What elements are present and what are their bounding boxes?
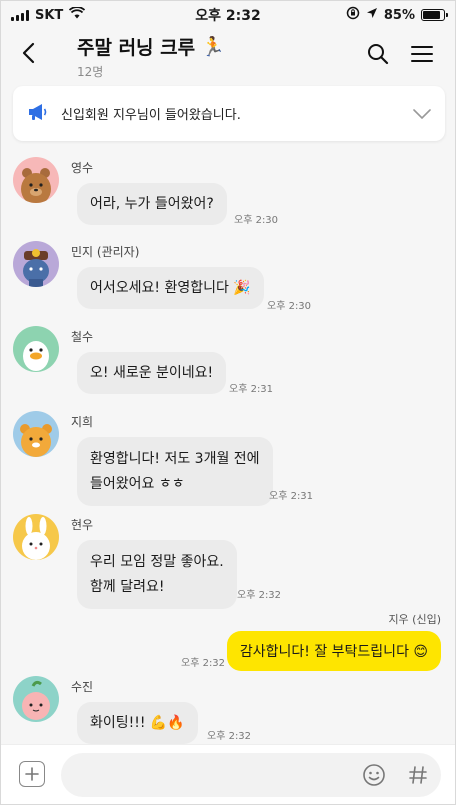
message-time: 오후 2:30 [267,301,312,312]
emoji-button[interactable] [361,762,387,788]
status-bar: SKT 오후 2:32 85% [1,1,455,29]
wifi-icon [69,6,86,23]
search-icon [368,44,389,65]
member-count: 12명 [77,65,104,79]
clock: 오후 2:32 [195,8,261,24]
orientation-lock-icon [346,6,360,24]
chat-screen: SKT 오후 2:32 85% 주말 러닝 크루 🏃 12명 신입회원 지우님이… [0,0,456,805]
chevron-left-icon [22,42,35,64]
message-bubble[interactable]: 환영합니다! 저도 3개월 전에 들어왔어요 ㅎㅎ [77,437,273,506]
sender-name: 민지 (관리자) [71,245,140,259]
battery-percent: 85% [383,7,416,23]
message-line: 함께 달려요! [90,578,165,595]
message-line: 우리 모임 정말 좋아요. [90,554,224,570]
carrier-label: SKT [35,7,64,23]
location-icon [366,7,378,23]
megaphone-icon [27,102,49,126]
chevron-down-icon[interactable] [413,104,431,123]
sender-name: 영수 [71,161,94,175]
avatar-lion[interactable] [13,411,59,457]
my-message-time: 오후 2:32 [181,658,226,669]
message-time: 오후 2:32 [207,731,252,742]
my-name: 지우 (신입) [388,613,441,626]
message-bubble[interactable]: 오! 새로운 분이네요! [77,352,227,395]
my-message-bubble[interactable]: 감사합니다! 잘 부탁드립니다 😊 [226,631,441,671]
sender-name: 현우 [71,518,94,532]
plus-icon [25,767,39,781]
hashtag-button[interactable] [405,762,431,788]
menu-button[interactable] [409,41,435,67]
avatar-bear[interactable] [13,157,59,203]
notice-banner[interactable]: 신입회원 지우님이 들어왔습니다. [13,86,445,141]
message-time: 오후 2:31 [269,491,314,502]
avatar-rabbit[interactable] [13,514,59,560]
message-time: 오후 2:32 [237,590,282,601]
smiley-icon [363,764,385,786]
message-line: 환영합니다! 저도 3개월 전에 [90,451,260,467]
add-attachment-button[interactable] [19,761,45,787]
sender-name: 수진 [71,680,94,694]
message-time: 오후 2:30 [234,215,279,226]
avatar-duck[interactable] [13,326,59,372]
signal-icon [11,9,29,21]
chat-title: 주말 러닝 크루 🏃 [77,33,225,60]
search-button[interactable] [365,41,391,67]
avatar-purple[interactable] [13,241,59,287]
notice-text: 신입회원 지우님이 들어왔습니다. [61,108,241,123]
sender-name: 지희 [71,415,94,429]
back-button[interactable] [15,39,43,67]
avatar-peach[interactable] [13,676,59,722]
message-line: 들어왔어요 ㅎㅎ [90,475,185,492]
hash-icon [409,766,427,784]
battery-icon [421,9,449,21]
chat-title-text: 주말 러닝 크루 [77,37,196,59]
message-bubble[interactable]: 어서오세요! 환영합니다 🎉 [77,267,264,310]
sender-name: 철수 [71,330,94,344]
input-bar [1,744,455,804]
message-bubble[interactable]: 우리 모임 정말 좋아요. 함께 달려요! [77,540,237,609]
chat-header: 주말 러닝 크루 🏃 12명 [1,29,455,81]
hamburger-icon [411,46,433,62]
runner-emoji: 🏃 [201,36,225,58]
message-bubble[interactable]: 화이팅!!! 💪🔥 [77,702,198,745]
message-bubble[interactable]: 어라, 누가 들어왔어? [77,183,227,226]
message-time: 오후 2:31 [229,384,274,395]
